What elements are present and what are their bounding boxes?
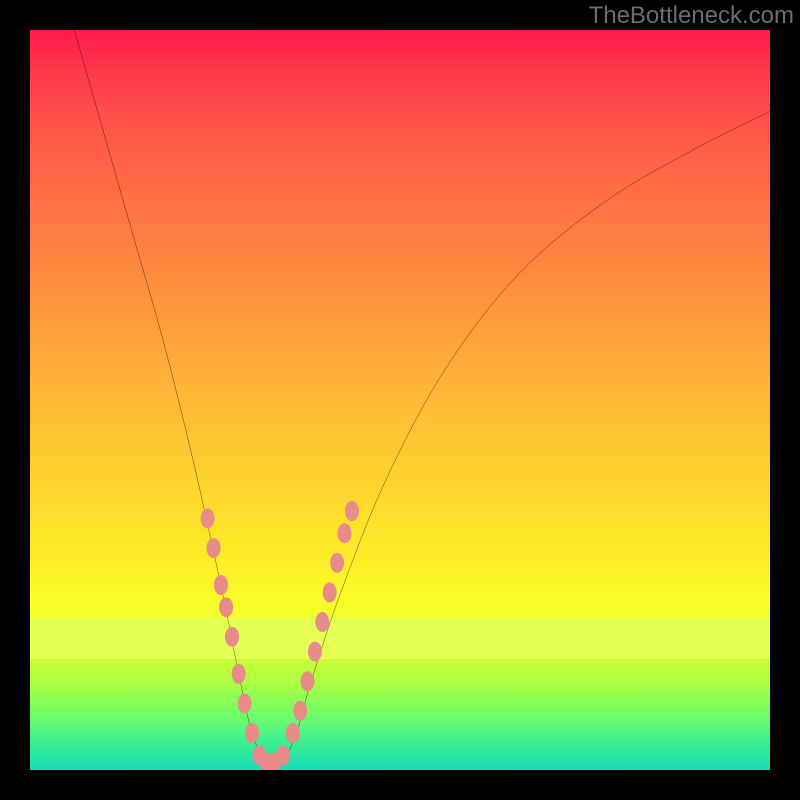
sample-node [286, 723, 300, 743]
sample-node [276, 745, 290, 765]
bottleneck-curve [74, 30, 770, 766]
sample-node [219, 597, 233, 617]
chart-plot-area [30, 30, 770, 770]
sample-node [201, 508, 215, 528]
sample-node [337, 523, 351, 543]
sample-node [225, 627, 239, 647]
sample-node [345, 501, 359, 521]
sample-nodes [201, 501, 359, 770]
watermark-text: TheBottleneck.com [589, 2, 794, 30]
sample-node [232, 664, 246, 684]
sample-node [206, 538, 220, 558]
chart-stage: TheBottleneck.com [0, 0, 800, 800]
sample-node [315, 612, 329, 632]
sample-node [330, 553, 344, 573]
chart-svg [30, 30, 770, 770]
sample-node [300, 671, 314, 691]
sample-node [323, 582, 337, 602]
sample-node [214, 575, 228, 595]
sample-node [293, 701, 307, 721]
sample-node [245, 723, 259, 743]
sample-node [308, 642, 322, 662]
sample-node [238, 693, 252, 713]
